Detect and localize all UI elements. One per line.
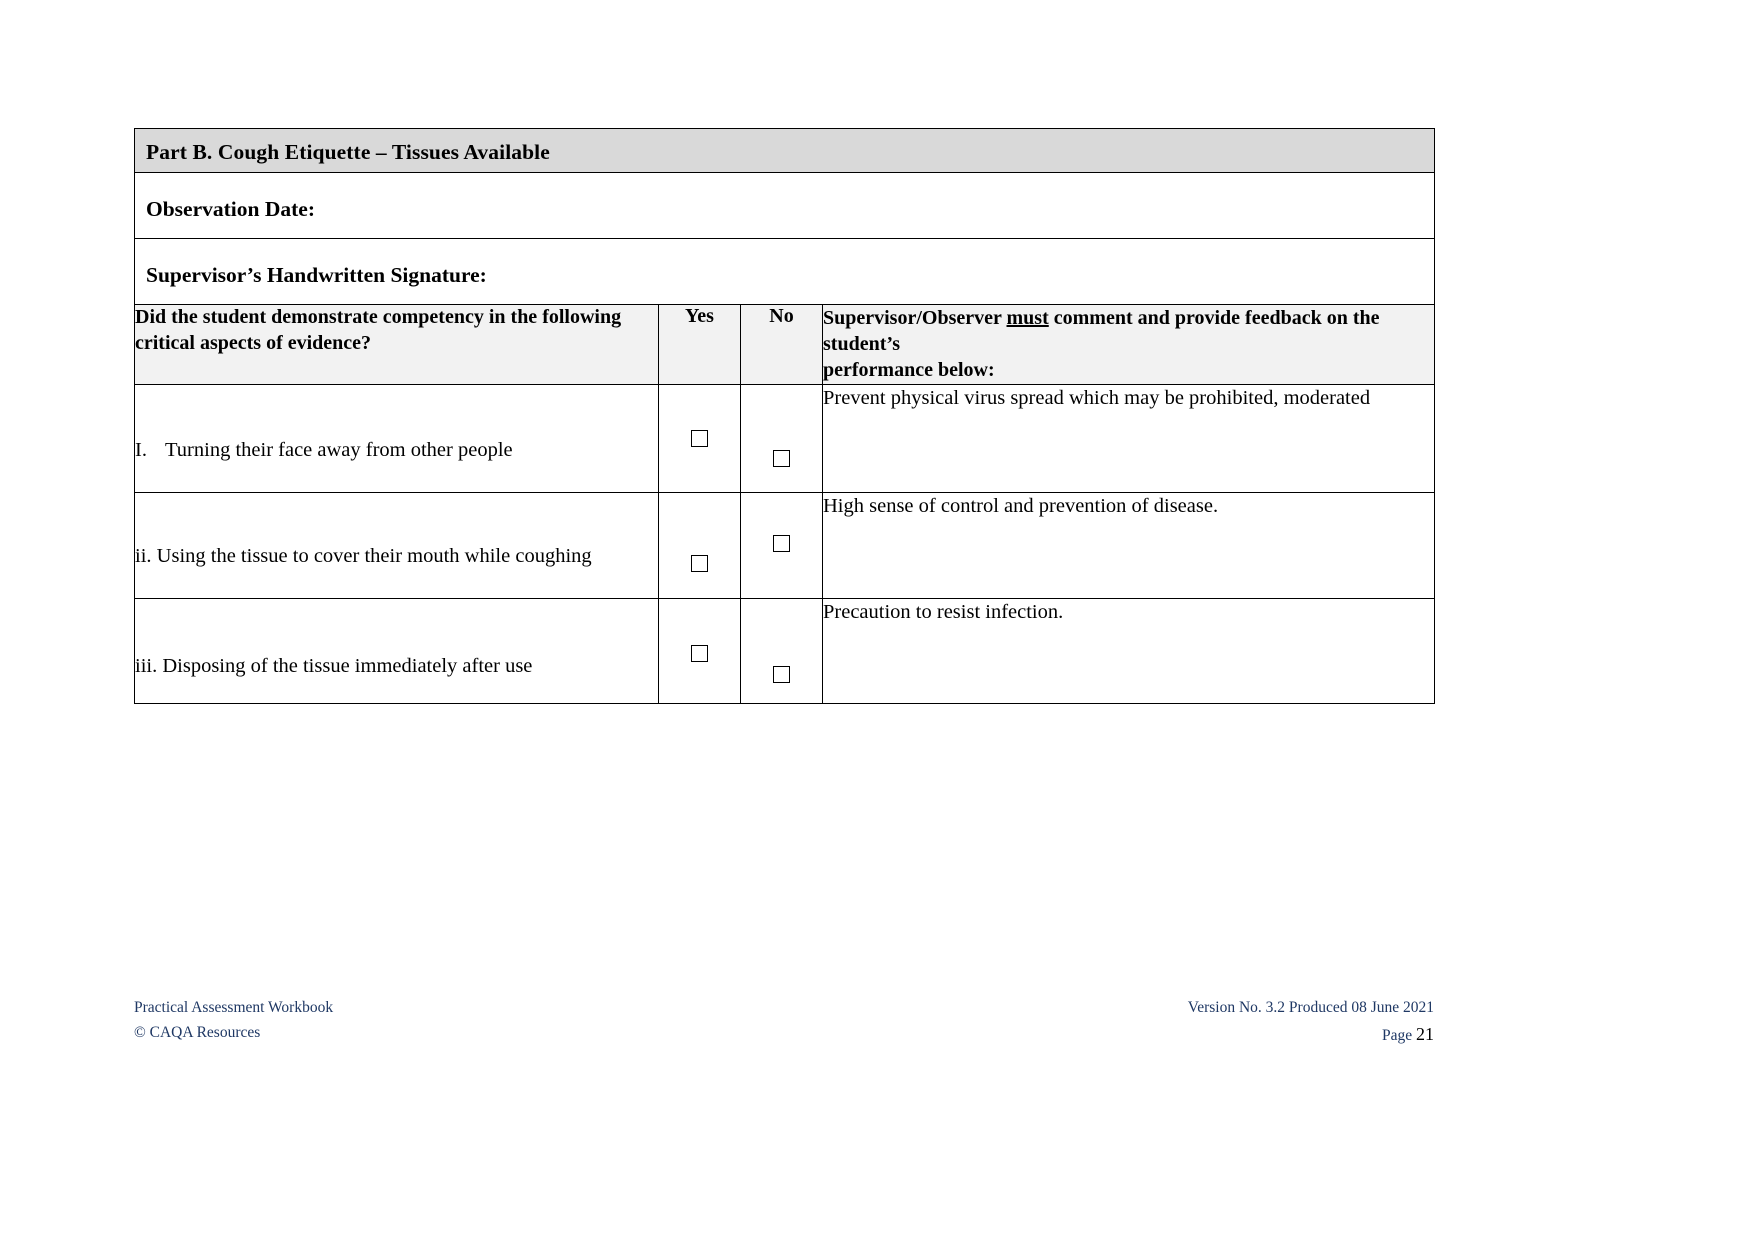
footer-copyright: © CAQA Resources	[134, 1024, 261, 1042]
yes-checkbox-3[interactable]	[691, 644, 708, 662]
yes-checkbox-1[interactable]	[691, 429, 708, 447]
assessment-table: Part B. Cough Etiquette – Tissues Availa…	[133, 128, 1436, 704]
no-checkbox-cell-3[interactable]	[740, 597, 823, 704]
header-comment-line2: performance below:	[823, 359, 995, 382]
criterion-text-2: Using the tissue to cover their mouth wh…	[156, 544, 592, 567]
section-title: Part B. Cough Etiquette – Tissues Availa…	[146, 140, 550, 164]
section-title-row: Part B. Cough Etiquette – Tissues Availa…	[133, 128, 1436, 173]
criterion-cell-3: iii. Disposing of the tissue immediately…	[134, 597, 659, 704]
signature-label: Supervisor’s Handwritten Signature:	[146, 263, 487, 287]
section-title-cell: Part B. Cough Etiquette – Tissues Availa…	[133, 128, 1436, 173]
signature-row: Supervisor’s Handwritten Signature:	[133, 238, 1436, 305]
footer-workbook: Practical Assessment Workbook	[134, 999, 334, 1016]
table-row: iii. Disposing of the tissue immediately…	[134, 597, 1436, 704]
document-page: Part B. Cough Etiquette – Tissues Availa…	[0, 0, 1754, 1241]
page-footer: Practical Assessment Workbook © CAQA Res…	[134, 995, 1434, 1049]
comment-cell-1[interactable]: Prevent physical virus spread which may …	[821, 383, 1436, 493]
header-question: Did the student demonstrate competency i…	[134, 304, 659, 385]
table-header-row: Did the student demonstrate competency i…	[134, 304, 1436, 385]
header-comment-part1: Supervisor/Observer	[823, 307, 1007, 329]
yes-checkbox-cell-1[interactable]	[658, 383, 741, 493]
comment-cell-3[interactable]: Precaution to resist infection.	[821, 597, 1436, 704]
no-checkbox-cell-2[interactable]	[740, 491, 823, 599]
criterion-cell-1: I. Turning their face away from other peo…	[134, 383, 659, 493]
footer-version: Version No. 3.2 Produced 08 June 2021	[1187, 999, 1434, 1016]
footer-right: Version No. 3.2 Produced 08 June 2021 Pa…	[1188, 995, 1434, 1049]
table-row: ii. Using the tissue to cover their mout…	[134, 491, 1436, 599]
observation-date-label: Observation Date:	[146, 197, 315, 221]
header-no: No	[740, 304, 823, 385]
comment-cell-2[interactable]: High sense of control and prevention of …	[821, 491, 1436, 599]
criterion-text-3: Disposing of the tissue immediately afte…	[162, 654, 533, 677]
no-checkbox-1[interactable]	[773, 449, 790, 467]
header-yes: Yes	[658, 304, 741, 385]
footer-page-label: Page	[1381, 1027, 1413, 1045]
criterion-cell-2: ii. Using the tissue to cover their mout…	[134, 491, 659, 599]
yes-checkbox-2[interactable]	[691, 554, 708, 572]
header-comment: Supervisor/Observer must comment and pro…	[821, 304, 1436, 385]
signature-cell[interactable]: Supervisor’s Handwritten Signature:	[133, 238, 1436, 305]
footer-page-number: 21	[1416, 1024, 1434, 1045]
no-checkbox-3[interactable]	[773, 665, 790, 683]
no-checkbox-cell-1[interactable]	[740, 383, 823, 493]
no-checkbox-2[interactable]	[773, 534, 790, 552]
criterion-text-1: Turning their face away from other peopl…	[165, 438, 513, 461]
observation-date-row: Observation Date:	[133, 172, 1436, 239]
yes-checkbox-cell-2[interactable]	[658, 491, 741, 599]
criterion-numeral-3: iii.	[135, 654, 158, 677]
observation-date-cell[interactable]: Observation Date:	[133, 172, 1436, 239]
table-row: I. Turning their face away from other peo…	[134, 383, 1436, 493]
footer-left: Practical Assessment Workbook © CAQA Res…	[134, 995, 333, 1049]
criterion-numeral-1: I.	[135, 438, 147, 461]
yes-checkbox-cell-3[interactable]	[658, 597, 741, 704]
footer-page: Page 21	[1188, 1020, 1434, 1049]
criterion-numeral-2: ii.	[135, 544, 152, 567]
header-comment-must: must	[1006, 307, 1049, 329]
